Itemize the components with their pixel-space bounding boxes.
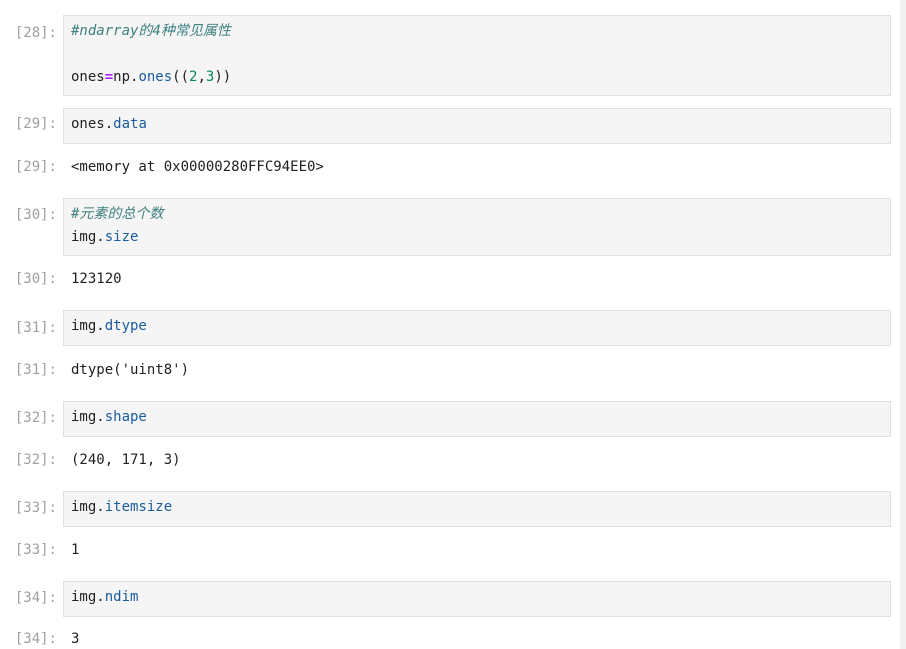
output-prompt: [32]: (14, 452, 57, 468)
cell-output: 1 (71, 542, 80, 558)
code-token: img. (71, 409, 105, 425)
code-line: img.itemsize (71, 499, 172, 516)
code-token: img. (71, 318, 105, 334)
input-prompt: [30]: (14, 207, 57, 223)
code-token: )) (214, 69, 232, 85)
input-prompt: [28]: (14, 25, 57, 41)
code-token: (( (172, 69, 190, 85)
code-token: shape (104, 409, 147, 425)
code-line: img.dtype (71, 318, 147, 335)
code-comment: #ndarray的4种常见属性 (71, 23, 231, 39)
code-token: , (197, 69, 206, 85)
code-line: ones=np.ones((2,3)) (71, 69, 231, 86)
output-prompt: [34]: (14, 631, 57, 647)
input-prompt: [33]: (14, 500, 57, 516)
input-prompt: [34]: (14, 590, 57, 606)
code-token: img. (71, 589, 105, 605)
code-token: img. (71, 229, 105, 245)
code-token: ndim (104, 589, 139, 605)
code-token: ones (71, 69, 105, 85)
output-prompt: [31]: (14, 362, 57, 378)
input-prompt: [31]: (14, 320, 57, 336)
code-token: itemsize (104, 499, 173, 515)
code-cell[interactable] (63, 491, 891, 527)
code-cell[interactable] (63, 401, 891, 437)
cell-output: 3 (71, 631, 80, 647)
output-prompt: [30]: (14, 271, 57, 287)
code-line: img.ndim (71, 589, 138, 606)
code-cell[interactable] (63, 198, 891, 256)
input-prompt: [32]: (14, 410, 57, 426)
cell-output: <memory at 0x00000280FFC94EE0> (71, 159, 324, 175)
code-line: ones.data (71, 116, 147, 133)
output-prompt: [33]: (14, 542, 57, 558)
output-prompt: [29]: (14, 159, 57, 175)
cell-output: (240, 171, 3) (71, 452, 181, 468)
code-token: data (113, 116, 147, 132)
code-cell[interactable] (63, 310, 891, 346)
code-token: size (104, 229, 139, 245)
code-line: img.size (71, 229, 138, 246)
cell-output: dtype('uint8') (71, 362, 190, 378)
code-line: img.shape (71, 409, 147, 426)
code-token: img. (71, 499, 105, 515)
code-cell[interactable] (63, 581, 891, 617)
code-cell[interactable] (63, 108, 891, 144)
input-prompt: [29]: (14, 116, 57, 132)
code-comment: #元素的总个数 (71, 206, 164, 222)
code-token: = (104, 69, 114, 85)
cell-output: 123120 (71, 271, 122, 287)
code-token: np. (113, 69, 139, 85)
code-token: ones. (71, 116, 114, 132)
code-token: ones (138, 69, 173, 85)
scrollbar[interactable] (900, 0, 906, 649)
code-token: dtype (104, 318, 147, 334)
